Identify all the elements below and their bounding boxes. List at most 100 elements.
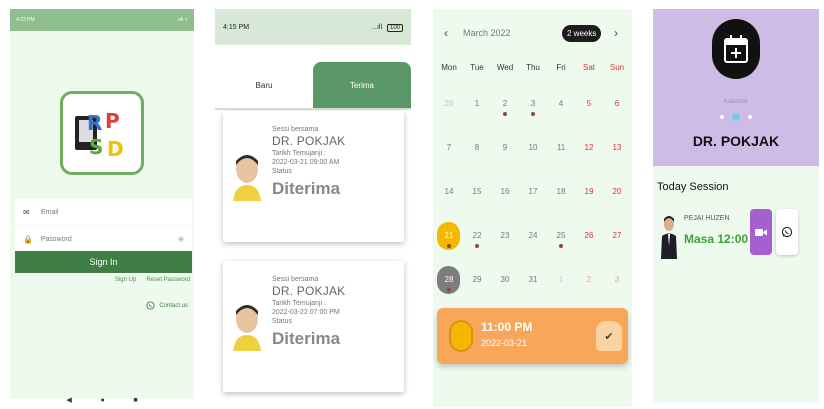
home-icon[interactable]: ● xyxy=(100,397,104,404)
calendar-day-number: 16 xyxy=(500,187,510,196)
calendar-day[interactable]: 15 xyxy=(463,185,491,229)
calendar-week-row: 7 8 9 10 11 12 13 xyxy=(435,141,631,185)
svg-text:P: P xyxy=(105,109,120,133)
recent-apps-icon[interactable]: ■ xyxy=(133,397,137,404)
calendar-day[interactable]: 17 xyxy=(519,185,547,229)
weekday-label: Tue xyxy=(470,63,484,72)
session-card[interactable]: Sessi bersama DR. POKJAK Tarikh Temujanj… xyxy=(223,261,404,392)
status-indicators: all ⚡ xyxy=(178,17,188,23)
calendar-day-number: 13 xyxy=(612,143,622,152)
calendar-day-number: 22 xyxy=(472,231,482,240)
calendar-day[interactable]: 7 xyxy=(435,141,463,185)
calendar-header: ‹ March 2022 2 weeks › xyxy=(433,25,632,45)
sign-up-link[interactable]: Sign Up xyxy=(115,277,136,283)
session-info: Sessi bersama DR. POKJAK Tarikh Temujanj… xyxy=(272,275,400,350)
calendar-day-number: 27 xyxy=(612,231,622,240)
weekday-header: Mon Tue Wed Thu Fri Sat Sun xyxy=(435,63,631,72)
patient-avatar xyxy=(661,216,677,259)
calendar-day[interactable]: 2 xyxy=(491,97,519,141)
status-value: Diterima xyxy=(272,329,341,348)
chevron-right-icon[interactable]: › xyxy=(614,26,618,40)
calendar-day[interactable]: 23 xyxy=(491,229,519,273)
sign-in-button[interactable]: Sign In xyxy=(15,251,192,273)
calendar-day[interactable]: 28 xyxy=(435,97,463,141)
calendar-day-number: 15 xyxy=(472,187,482,196)
calendar-day-number: 28 xyxy=(444,99,454,108)
calendar-label: Kalendar xyxy=(723,99,749,105)
sessions-screen: 4:15 PM ...ıll 100 Baru Terima Sessi ber… xyxy=(215,9,411,409)
calendar-day[interactable]: 19 xyxy=(575,185,603,229)
password-placeholder: Password xyxy=(41,235,72,243)
calendar-day-number: 21 xyxy=(444,231,454,240)
patient-name: PEJAI HUZEN xyxy=(684,215,730,222)
weekday-label: Wed xyxy=(496,63,514,72)
reset-password-link[interactable]: Reset Password xyxy=(146,277,190,283)
calendar-day[interactable]: 9 xyxy=(491,141,519,185)
password-field[interactable]: 🔒 Password ◉ xyxy=(15,226,192,252)
calendar-day[interactable]: 20 xyxy=(603,185,631,229)
app-logo: R P S D xyxy=(60,91,144,175)
appointment-date: 2022-03-22 07:00 PM xyxy=(272,309,340,316)
calendar-day[interactable]: 8 xyxy=(463,141,491,185)
appointment-date-label: Tarikh Temujanji : xyxy=(272,150,326,157)
appointment-date: 2022-03-21 09:00 AM xyxy=(272,159,340,166)
calendar-day-number: 11 xyxy=(556,143,566,152)
whatsapp-icon xyxy=(781,226,793,238)
calendar-day[interactable]: 24 xyxy=(519,229,547,273)
event-card[interactable]: 11:00 PM 2022-03-21 ✔ xyxy=(437,308,628,364)
calendar-day-number: 26 xyxy=(584,231,594,240)
calendar-badge[interactable] xyxy=(712,19,760,79)
auth-links: Sign Up Reset Password xyxy=(115,277,190,283)
calendar-day-number: 23 xyxy=(500,231,510,240)
whatsapp-button[interactable] xyxy=(776,209,798,255)
calendar-day[interactable]: 5 xyxy=(575,97,603,141)
calendar-day[interactable]: 18 xyxy=(547,185,575,229)
mail-icon: ✉ xyxy=(23,207,30,217)
calendar-day[interactable]: 3 xyxy=(519,97,547,141)
calendar-day[interactable]: 10 xyxy=(519,141,547,185)
calendar-day-number: 8 xyxy=(474,143,480,152)
event-time: 11:00 PM xyxy=(481,320,533,334)
tab-terima[interactable]: Terima xyxy=(313,62,411,108)
calendar-day[interactable]: 27 xyxy=(603,229,631,273)
page-dot-active xyxy=(732,113,740,121)
system-nav-bar: ◀ ● ■ xyxy=(52,394,152,406)
contact-us-link[interactable]: Contact us xyxy=(146,301,188,310)
calendar-day[interactable]: 11 xyxy=(547,141,575,185)
event-dot xyxy=(559,244,563,248)
calendar-day[interactable]: 25 xyxy=(547,229,575,273)
range-toggle-button[interactable]: 2 weeks xyxy=(562,25,602,42)
email-field[interactable]: ✉ Email xyxy=(15,199,192,225)
logo-icon: R P S D xyxy=(75,109,124,161)
calendar-day[interactable]: 26 xyxy=(575,229,603,273)
video-call-button[interactable] xyxy=(750,209,772,255)
calendar-plus-icon xyxy=(724,35,748,63)
event-dot xyxy=(447,244,451,248)
calendar-day[interactable]: 6 xyxy=(603,97,631,141)
video-camera-icon xyxy=(755,228,767,236)
back-icon[interactable]: ◀ xyxy=(66,396,71,404)
page-dot xyxy=(748,115,752,119)
battery-icon: 100 xyxy=(386,23,403,32)
calendar-day-number: 29 xyxy=(472,275,482,284)
calendar-day-number: 2 xyxy=(586,275,592,284)
session-card[interactable]: Sessi bersama DR. POKJAK Tarikh Temujanj… xyxy=(223,111,404,242)
calendar-day[interactable]: 13 xyxy=(603,141,631,185)
check-circle-icon[interactable]: ✔ xyxy=(596,321,622,351)
whatsapp-icon xyxy=(146,301,155,310)
chevron-left-icon[interactable]: ‹ xyxy=(444,26,448,40)
calendar-day[interactable]: 22 xyxy=(463,229,491,273)
eye-icon[interactable]: ◉ xyxy=(178,235,184,243)
signal-icon: ...ıll xyxy=(371,23,383,31)
tab-baru[interactable]: Baru xyxy=(215,62,313,108)
doctor-name: DR. POKJAK xyxy=(692,133,780,149)
calendar-day-number: 25 xyxy=(556,231,566,240)
calendar-day[interactable]: 16 xyxy=(491,185,519,229)
doctor-avatar xyxy=(233,155,261,201)
event-dot xyxy=(531,112,535,116)
calendar-day-number: 28 xyxy=(444,275,454,284)
calendar-day[interactable]: 1 xyxy=(463,97,491,141)
calendar-day[interactable]: 4 xyxy=(547,97,575,141)
calendar-day[interactable]: 12 xyxy=(575,141,603,185)
calendar-day-number: 2 xyxy=(502,99,508,108)
